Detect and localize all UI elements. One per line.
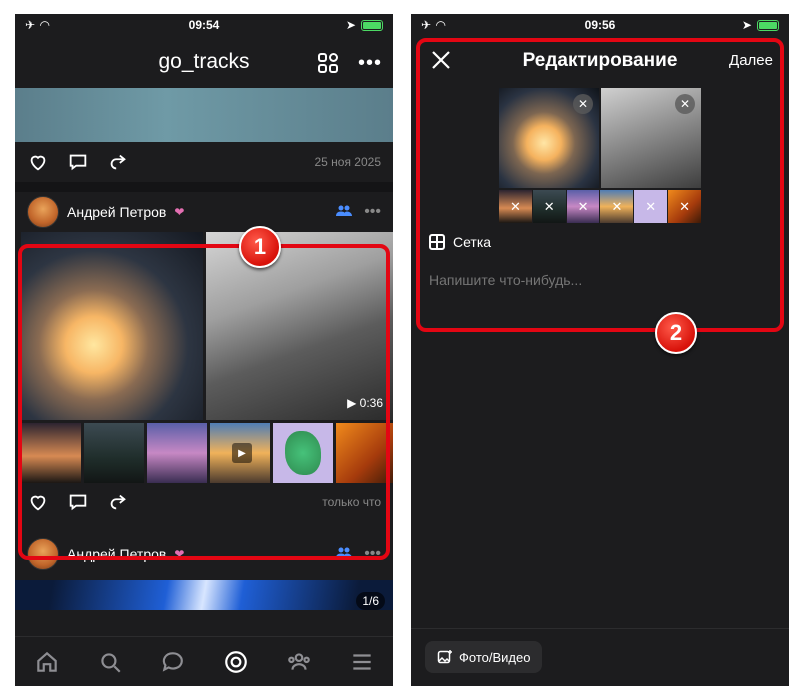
status-bar: ✈ ◠ 09:54 ➤ bbox=[15, 14, 393, 36]
more-icon[interactable]: ••• bbox=[357, 50, 383, 76]
add-photo-icon bbox=[437, 650, 452, 664]
battery-icon bbox=[756, 19, 779, 31]
apps-grid-icon[interactable] bbox=[315, 50, 341, 76]
post-date: 25 ноя 2025 bbox=[314, 155, 381, 169]
post-more-icon[interactable]: ••• bbox=[364, 203, 381, 221]
feed-header: go_tracks ••• bbox=[15, 36, 393, 88]
location-icon: ➤ bbox=[741, 18, 752, 32]
author-name[interactable]: Андрей Петров bbox=[67, 204, 166, 220]
phone-feed-screen: ✈ ◠ 09:54 ➤ go_tracks ••• 25 ноя 2025 Ан… bbox=[15, 14, 393, 686]
menu-icon[interactable] bbox=[349, 649, 375, 675]
page-title: go_tracks bbox=[158, 50, 250, 73]
search-icon[interactable] bbox=[97, 649, 123, 675]
status-bar: ✈ ◠ 09:56 ➤ bbox=[411, 14, 789, 36]
add-media-label: Фото/Видео bbox=[459, 649, 531, 665]
friends-visibility-icon bbox=[336, 205, 353, 220]
location-icon: ➤ bbox=[345, 18, 356, 32]
annotation-badge: 1 bbox=[239, 226, 281, 268]
comment-icon[interactable] bbox=[67, 151, 89, 173]
divider bbox=[15, 182, 393, 192]
image-counter: 1/6 bbox=[356, 592, 385, 610]
post-header: Андрей Петров ❤ ••• bbox=[15, 192, 393, 232]
profile-icon[interactable] bbox=[223, 649, 249, 675]
highlight-box bbox=[18, 244, 390, 560]
previous-post-actions: 25 ноя 2025 bbox=[15, 142, 393, 182]
share-icon[interactable] bbox=[107, 151, 129, 173]
messages-icon[interactable] bbox=[160, 649, 186, 675]
phone-edit-screen: ✈ ◠ 09:56 ➤ Редактирование Далее ✕ ✕ ✕ ✕… bbox=[411, 14, 789, 686]
previous-post-image[interactable] bbox=[15, 88, 393, 142]
status-time: 09:54 bbox=[188, 18, 220, 32]
home-icon[interactable] bbox=[34, 649, 60, 675]
battery-icon bbox=[360, 19, 383, 31]
annotation-badge: 2 bbox=[655, 312, 697, 354]
add-media-button[interactable]: Фото/Видео bbox=[425, 641, 543, 673]
highlight-box bbox=[416, 38, 784, 332]
airplane-icon: ✈ bbox=[421, 18, 432, 32]
heart-badge-icon: ❤ bbox=[174, 205, 185, 219]
like-icon[interactable] bbox=[27, 151, 49, 173]
bottom-navigation bbox=[15, 636, 393, 686]
airplane-icon: ✈ bbox=[25, 18, 36, 32]
wifi-icon: ◠ bbox=[40, 18, 50, 32]
status-time: 09:56 bbox=[584, 18, 616, 32]
post-image[interactable]: 1/6 bbox=[15, 580, 393, 610]
friends-icon[interactable] bbox=[286, 649, 312, 675]
wifi-icon: ◠ bbox=[436, 18, 446, 32]
bottom-toolbar: Фото/Видео bbox=[411, 628, 789, 686]
avatar[interactable] bbox=[27, 196, 59, 228]
